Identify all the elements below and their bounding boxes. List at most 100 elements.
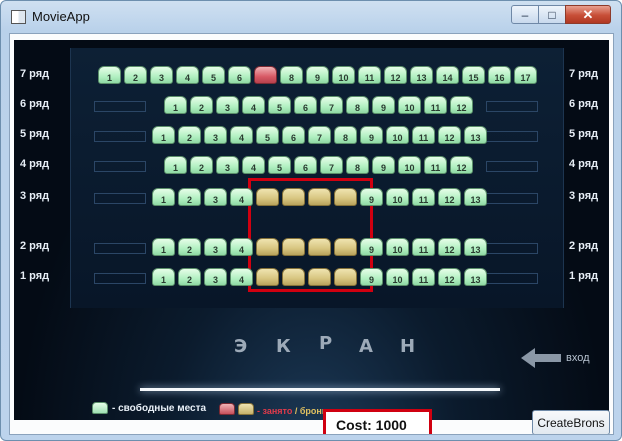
seat[interactable]: 12 [438, 268, 461, 286]
seat[interactable]: 9 [360, 188, 383, 206]
seat[interactable]: 4 [176, 66, 199, 84]
seat[interactable]: 5 [202, 66, 225, 84]
seat[interactable]: 1 [152, 268, 175, 286]
seat[interactable]: 8 [280, 66, 303, 84]
seat[interactable] [334, 238, 357, 256]
seat[interactable]: 4 [230, 126, 253, 144]
seat[interactable] [308, 238, 331, 256]
seat[interactable]: 11 [412, 126, 435, 144]
seat[interactable]: 5 [268, 156, 291, 174]
seat[interactable]: 3 [204, 268, 227, 286]
seat[interactable]: 11 [424, 96, 447, 114]
seat[interactable]: 12 [438, 126, 461, 144]
seat[interactable]: 14 [436, 66, 459, 84]
seat[interactable]: 11 [412, 238, 435, 256]
seat[interactable]: 10 [398, 156, 421, 174]
seat[interactable]: 10 [386, 126, 409, 144]
seat[interactable]: 9 [306, 66, 329, 84]
seat[interactable]: 9 [360, 238, 383, 256]
title-bar: MovieApp – □ ✕ [1, 1, 621, 33]
seat[interactable]: 10 [398, 96, 421, 114]
seat[interactable]: 4 [242, 96, 265, 114]
seat[interactable]: 2 [190, 156, 213, 174]
create-brons-button[interactable]: CreateBrons [532, 410, 610, 434]
seat[interactable]: 6 [282, 126, 305, 144]
seat[interactable]: 1 [152, 238, 175, 256]
seat[interactable]: 16 [488, 66, 511, 84]
close-button[interactable]: ✕ [565, 5, 611, 24]
seat[interactable]: 13 [464, 188, 487, 206]
seat[interactable]: 11 [412, 268, 435, 286]
seat[interactable]: 2 [178, 188, 201, 206]
seat[interactable] [282, 188, 305, 206]
seat[interactable]: 17 [514, 66, 537, 84]
seat[interactable]: 5 [256, 126, 279, 144]
seat[interactable] [256, 268, 279, 286]
minimize-button[interactable]: – [511, 5, 539, 24]
seat[interactable]: 12 [384, 66, 407, 84]
seat[interactable]: 3 [216, 156, 239, 174]
seat[interactable]: 1 [152, 188, 175, 206]
seat[interactable] [282, 238, 305, 256]
seat[interactable] [282, 268, 305, 286]
seat[interactable]: 7 [320, 96, 343, 114]
seat[interactable]: 12 [438, 238, 461, 256]
seat[interactable]: 9 [372, 156, 395, 174]
seat[interactable]: 10 [386, 238, 409, 256]
seat[interactable]: 3 [204, 188, 227, 206]
seat[interactable]: 4 [242, 156, 265, 174]
seat[interactable]: 2 [178, 238, 201, 256]
cinema-hall: вход - свободные места - занято / бронь … [14, 40, 610, 434]
seat[interactable]: 2 [190, 96, 213, 114]
minimize-icon: – [521, 7, 529, 22]
seat[interactable] [308, 268, 331, 286]
seat[interactable]: 3 [216, 96, 239, 114]
seat[interactable]: 12 [450, 156, 473, 174]
seat[interactable]: 2 [178, 126, 201, 144]
seat[interactable]: 1 [152, 126, 175, 144]
seat[interactable]: 8 [334, 126, 357, 144]
seat[interactable]: 4 [230, 238, 253, 256]
seat[interactable]: 6 [228, 66, 251, 84]
seat[interactable]: 4 [230, 188, 253, 206]
seat[interactable]: 9 [360, 126, 383, 144]
seat[interactable]: 9 [372, 96, 395, 114]
seat[interactable]: 11 [424, 156, 447, 174]
seat[interactable]: 3 [204, 238, 227, 256]
seat[interactable]: 12 [450, 96, 473, 114]
seat[interactable]: 15 [462, 66, 485, 84]
seat[interactable]: 10 [332, 66, 355, 84]
seat[interactable]: 13 [410, 66, 433, 84]
seat[interactable]: 13 [464, 268, 487, 286]
seat[interactable]: 8 [346, 96, 369, 114]
seat[interactable] [308, 188, 331, 206]
seat[interactable]: 11 [358, 66, 381, 84]
seat[interactable]: 1 [164, 96, 187, 114]
seat[interactable]: 4 [230, 268, 253, 286]
seat[interactable] [334, 268, 357, 286]
seat[interactable]: 7 [308, 126, 331, 144]
seat[interactable]: 12 [438, 188, 461, 206]
seat[interactable]: 1 [98, 66, 121, 84]
seat[interactable]: 3 [150, 66, 173, 84]
seat[interactable]: 2 [178, 268, 201, 286]
seat[interactable] [254, 66, 277, 84]
seat[interactable]: 6 [294, 96, 317, 114]
seat[interactable] [256, 238, 279, 256]
maximize-button[interactable]: □ [538, 5, 566, 24]
seat[interactable]: 13 [464, 126, 487, 144]
seat[interactable]: 6 [294, 156, 317, 174]
seat[interactable]: 8 [346, 156, 369, 174]
seat[interactable]: 5 [268, 96, 291, 114]
seat[interactable]: 7 [320, 156, 343, 174]
seat[interactable]: 11 [412, 188, 435, 206]
seat[interactable]: 9 [360, 268, 383, 286]
seat[interactable]: 1 [164, 156, 187, 174]
seat[interactable]: 2 [124, 66, 147, 84]
seat[interactable]: 13 [464, 238, 487, 256]
seat[interactable]: 10 [386, 268, 409, 286]
seat[interactable]: 3 [204, 126, 227, 144]
seat[interactable]: 10 [386, 188, 409, 206]
seat[interactable] [256, 188, 279, 206]
seat[interactable] [334, 188, 357, 206]
